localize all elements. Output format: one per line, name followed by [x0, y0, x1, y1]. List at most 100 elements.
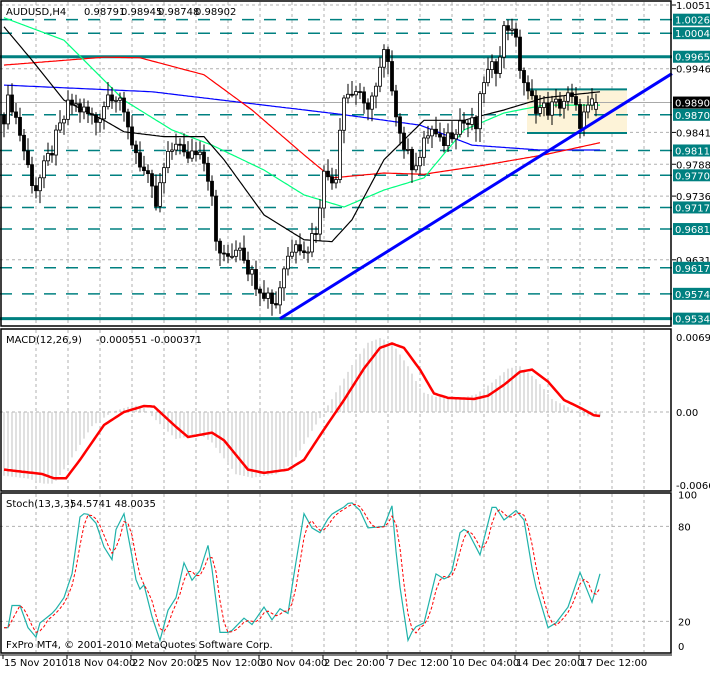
candle-body — [378, 66, 382, 87]
candle-body — [582, 111, 586, 129]
candle — [278, 280, 282, 314]
level-price-label: 0.97173 — [675, 203, 710, 214]
candle-body — [150, 173, 154, 187]
moving-average-line — [3, 17, 600, 208]
candle-body — [370, 95, 374, 110]
candle — [150, 169, 154, 198]
candle — [402, 126, 406, 159]
chart-canvas[interactable]: 1.005100.994600.984100.978850.973600.963… — [0, 0, 710, 670]
candle — [398, 113, 402, 146]
price-axis-label: 1.00510 — [676, 1, 710, 12]
candle — [66, 90, 70, 126]
candle — [18, 107, 22, 142]
candle-body — [46, 153, 50, 162]
candle — [154, 174, 158, 211]
candle-body — [134, 144, 138, 154]
candle-body — [426, 135, 430, 139]
candle-body — [174, 143, 178, 151]
candle — [126, 108, 130, 140]
candle — [74, 94, 78, 112]
candle — [358, 83, 362, 100]
price-panel[interactable] — [0, 17, 673, 321]
stochastic-panel[interactable] — [0, 502, 672, 643]
chart-header-low: 0.98748 — [158, 7, 199, 18]
candle — [178, 138, 182, 155]
candle-body — [466, 122, 470, 125]
panel-frame — [0, 492, 672, 654]
candle-body — [358, 91, 362, 93]
candle-body — [450, 132, 454, 140]
candle-body — [266, 292, 270, 299]
level-price-label: 0.98700 — [675, 111, 710, 122]
candle-body — [534, 95, 538, 114]
candle — [90, 107, 94, 125]
candle-body — [190, 150, 194, 159]
candle-body — [430, 128, 434, 137]
candle — [266, 287, 270, 309]
stoch-axis-label: 100 — [678, 491, 697, 502]
candle-body — [546, 102, 550, 116]
candle — [306, 246, 310, 263]
candle — [130, 115, 134, 150]
candle — [114, 96, 118, 113]
candle-body — [38, 177, 42, 192]
candle — [86, 100, 90, 124]
time-axis-label: 10 Dec 04:00 — [452, 658, 519, 669]
candle-body — [438, 133, 442, 138]
candle-body — [202, 151, 206, 164]
candle — [242, 235, 246, 264]
candle-body — [22, 134, 26, 152]
candle-body — [278, 287, 282, 306]
candle-body — [558, 98, 562, 109]
level-price-label: 0.99657 — [675, 53, 710, 64]
candle — [474, 115, 478, 142]
stoch-label: Stoch(13,3,3) — [6, 499, 74, 510]
candle-body — [526, 82, 530, 92]
candle — [102, 101, 106, 130]
candle — [218, 238, 222, 266]
time-axis-label: 22 Nov 20:00 — [132, 658, 199, 669]
candle — [254, 260, 258, 297]
price-axis-label: 0.98410 — [676, 128, 710, 139]
chart-header-symbol: AUDUSD,H4 — [6, 7, 66, 18]
candle — [506, 19, 510, 41]
candle — [346, 83, 350, 104]
candle-body — [122, 97, 126, 113]
time-axis-label: 17 Dec 12:00 — [580, 658, 647, 669]
candle — [10, 83, 14, 117]
candle-body — [10, 94, 14, 113]
candle — [342, 95, 346, 144]
macd-panel[interactable] — [0, 338, 672, 484]
mt4-chart-window[interactable]: 1.005100.994600.984100.978850.973600.963… — [0, 0, 710, 670]
candle-body — [198, 151, 202, 156]
candle-body — [366, 102, 370, 110]
candle — [202, 144, 206, 172]
candle — [494, 58, 498, 87]
candle — [158, 172, 162, 213]
candle — [222, 244, 226, 262]
candle-body — [434, 128, 438, 135]
candle-body — [138, 152, 142, 168]
candle — [270, 289, 274, 316]
candle-body — [394, 90, 398, 118]
candle — [206, 156, 210, 191]
candle-body — [510, 28, 514, 31]
candle-body — [234, 249, 238, 257]
candle-body — [130, 126, 134, 146]
level-price-label: 0.98112 — [675, 146, 710, 157]
candle — [374, 82, 378, 109]
candle — [522, 67, 526, 96]
candle — [98, 113, 102, 133]
candle-body — [18, 116, 22, 136]
candle-body — [158, 182, 162, 207]
candle-body — [330, 176, 334, 184]
candle-body — [250, 269, 254, 275]
candle — [166, 141, 170, 174]
candle — [214, 189, 218, 251]
candle-body — [326, 170, 330, 178]
candle-body — [462, 120, 466, 124]
stoch-values: 54.5741 48.0035 — [70, 499, 156, 510]
candle-body — [226, 253, 230, 257]
moving-average-line — [3, 26, 601, 243]
candle-body — [550, 101, 554, 116]
